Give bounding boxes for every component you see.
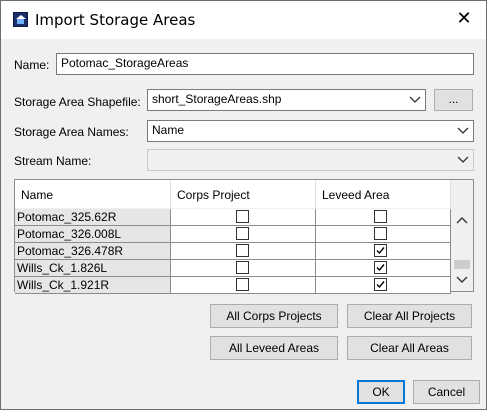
table-row[interactable]: Potomac_325.62R xyxy=(15,209,451,226)
names-label: Storage Area Names: xyxy=(14,125,129,139)
close-button[interactable]: ✕ xyxy=(456,10,472,28)
storage-areas-table: Name Corps Project Leveed Area Potomac_3… xyxy=(14,179,474,294)
storage-area-name-cell[interactable]: Potomac_326.008L xyxy=(15,226,171,243)
checkmark-icon xyxy=(376,264,385,272)
corps-project-cell xyxy=(171,226,316,243)
dialog-title: Import Storage Areas xyxy=(35,11,196,29)
table-row[interactable]: Wills_Ck_1.921R xyxy=(15,277,451,294)
shapefile-selected-value: short_StorageAreas.shp xyxy=(152,92,282,106)
checkmark-icon xyxy=(376,247,385,255)
leveed-area-cell xyxy=(316,277,451,294)
corps-project-cell xyxy=(171,209,316,226)
leveed-area-cell xyxy=(316,243,451,260)
table-header: Name Corps Project Leveed Area xyxy=(15,180,451,208)
shapefile-dropdown[interactable]: short_StorageAreas.shp xyxy=(147,89,426,111)
chevron-down-icon xyxy=(409,96,421,103)
browse-button-label: ... xyxy=(448,92,459,106)
cancel-button[interactable]: Cancel xyxy=(413,380,480,404)
chevron-up-icon[interactable] xyxy=(456,215,468,225)
title-bar: Import Storage Areas ✕ xyxy=(1,1,486,39)
corps-project-cell xyxy=(171,243,316,260)
scrollbar-thumb[interactable] xyxy=(454,260,470,269)
stream-dropdown xyxy=(147,149,474,171)
leveed-area-checkbox[interactable] xyxy=(374,278,387,291)
names-selected-value: Name xyxy=(152,123,185,137)
column-header-corps-project[interactable]: Corps Project xyxy=(171,180,316,208)
chevron-down-icon[interactable] xyxy=(456,275,468,285)
stream-label: Stream Name: xyxy=(14,154,92,168)
leveed-area-checkbox[interactable] xyxy=(374,244,387,257)
storage-area-name-cell[interactable]: Wills_Ck_1.826L xyxy=(15,260,171,277)
storage-area-name-cell[interactable]: Potomac_325.62R xyxy=(15,209,171,226)
leveed-area-cell xyxy=(316,209,451,226)
app-icon xyxy=(13,12,28,27)
corps-project-checkbox[interactable] xyxy=(236,278,249,291)
storage-area-name-cell[interactable]: Wills_Ck_1.921R xyxy=(15,277,171,294)
all-corps-projects-button[interactable]: All Corps Projects xyxy=(210,304,338,328)
leveed-area-cell xyxy=(316,226,451,243)
chevron-down-icon xyxy=(457,156,469,163)
import-storage-areas-dialog: Import Storage Areas ✕ Name: Potomac_Sto… xyxy=(0,0,487,410)
corps-project-checkbox[interactable] xyxy=(236,210,249,223)
table-row[interactable]: Potomac_326.008L xyxy=(15,226,451,243)
clear-all-areas-button[interactable]: Clear All Areas xyxy=(347,336,472,360)
column-header-leveed-area[interactable]: Leveed Area xyxy=(316,180,451,208)
corps-project-cell xyxy=(171,277,316,294)
table-row[interactable]: Potomac_326.478R xyxy=(15,243,451,260)
table-scrollbar[interactable] xyxy=(451,180,473,291)
leveed-area-checkbox[interactable] xyxy=(374,261,387,274)
corps-project-cell xyxy=(171,260,316,277)
clear-all-projects-button[interactable]: Clear All Projects xyxy=(347,304,472,328)
leveed-area-checkbox[interactable] xyxy=(374,210,387,223)
all-leveed-areas-button[interactable]: All Leveed Areas xyxy=(210,336,338,360)
leveed-area-cell xyxy=(316,260,451,277)
name-field[interactable]: Potomac_StorageAreas xyxy=(56,53,474,75)
leveed-area-checkbox[interactable] xyxy=(374,227,387,240)
shapefile-label: Storage Area Shapefile: xyxy=(14,95,141,109)
names-dropdown[interactable]: Name xyxy=(147,120,474,142)
name-label: Name: xyxy=(14,58,50,72)
table-row[interactable]: Wills_Ck_1.826L xyxy=(15,260,451,277)
checkmark-icon xyxy=(376,281,385,289)
browse-button[interactable]: ... xyxy=(434,89,473,111)
storage-area-name-cell[interactable]: Potomac_326.478R xyxy=(15,243,171,260)
ok-button[interactable]: OK xyxy=(357,380,405,404)
corps-project-checkbox[interactable] xyxy=(236,261,249,274)
corps-project-checkbox[interactable] xyxy=(236,244,249,257)
corps-project-checkbox[interactable] xyxy=(236,227,249,240)
chevron-down-icon xyxy=(457,127,469,134)
column-header-name[interactable]: Name xyxy=(15,180,171,208)
